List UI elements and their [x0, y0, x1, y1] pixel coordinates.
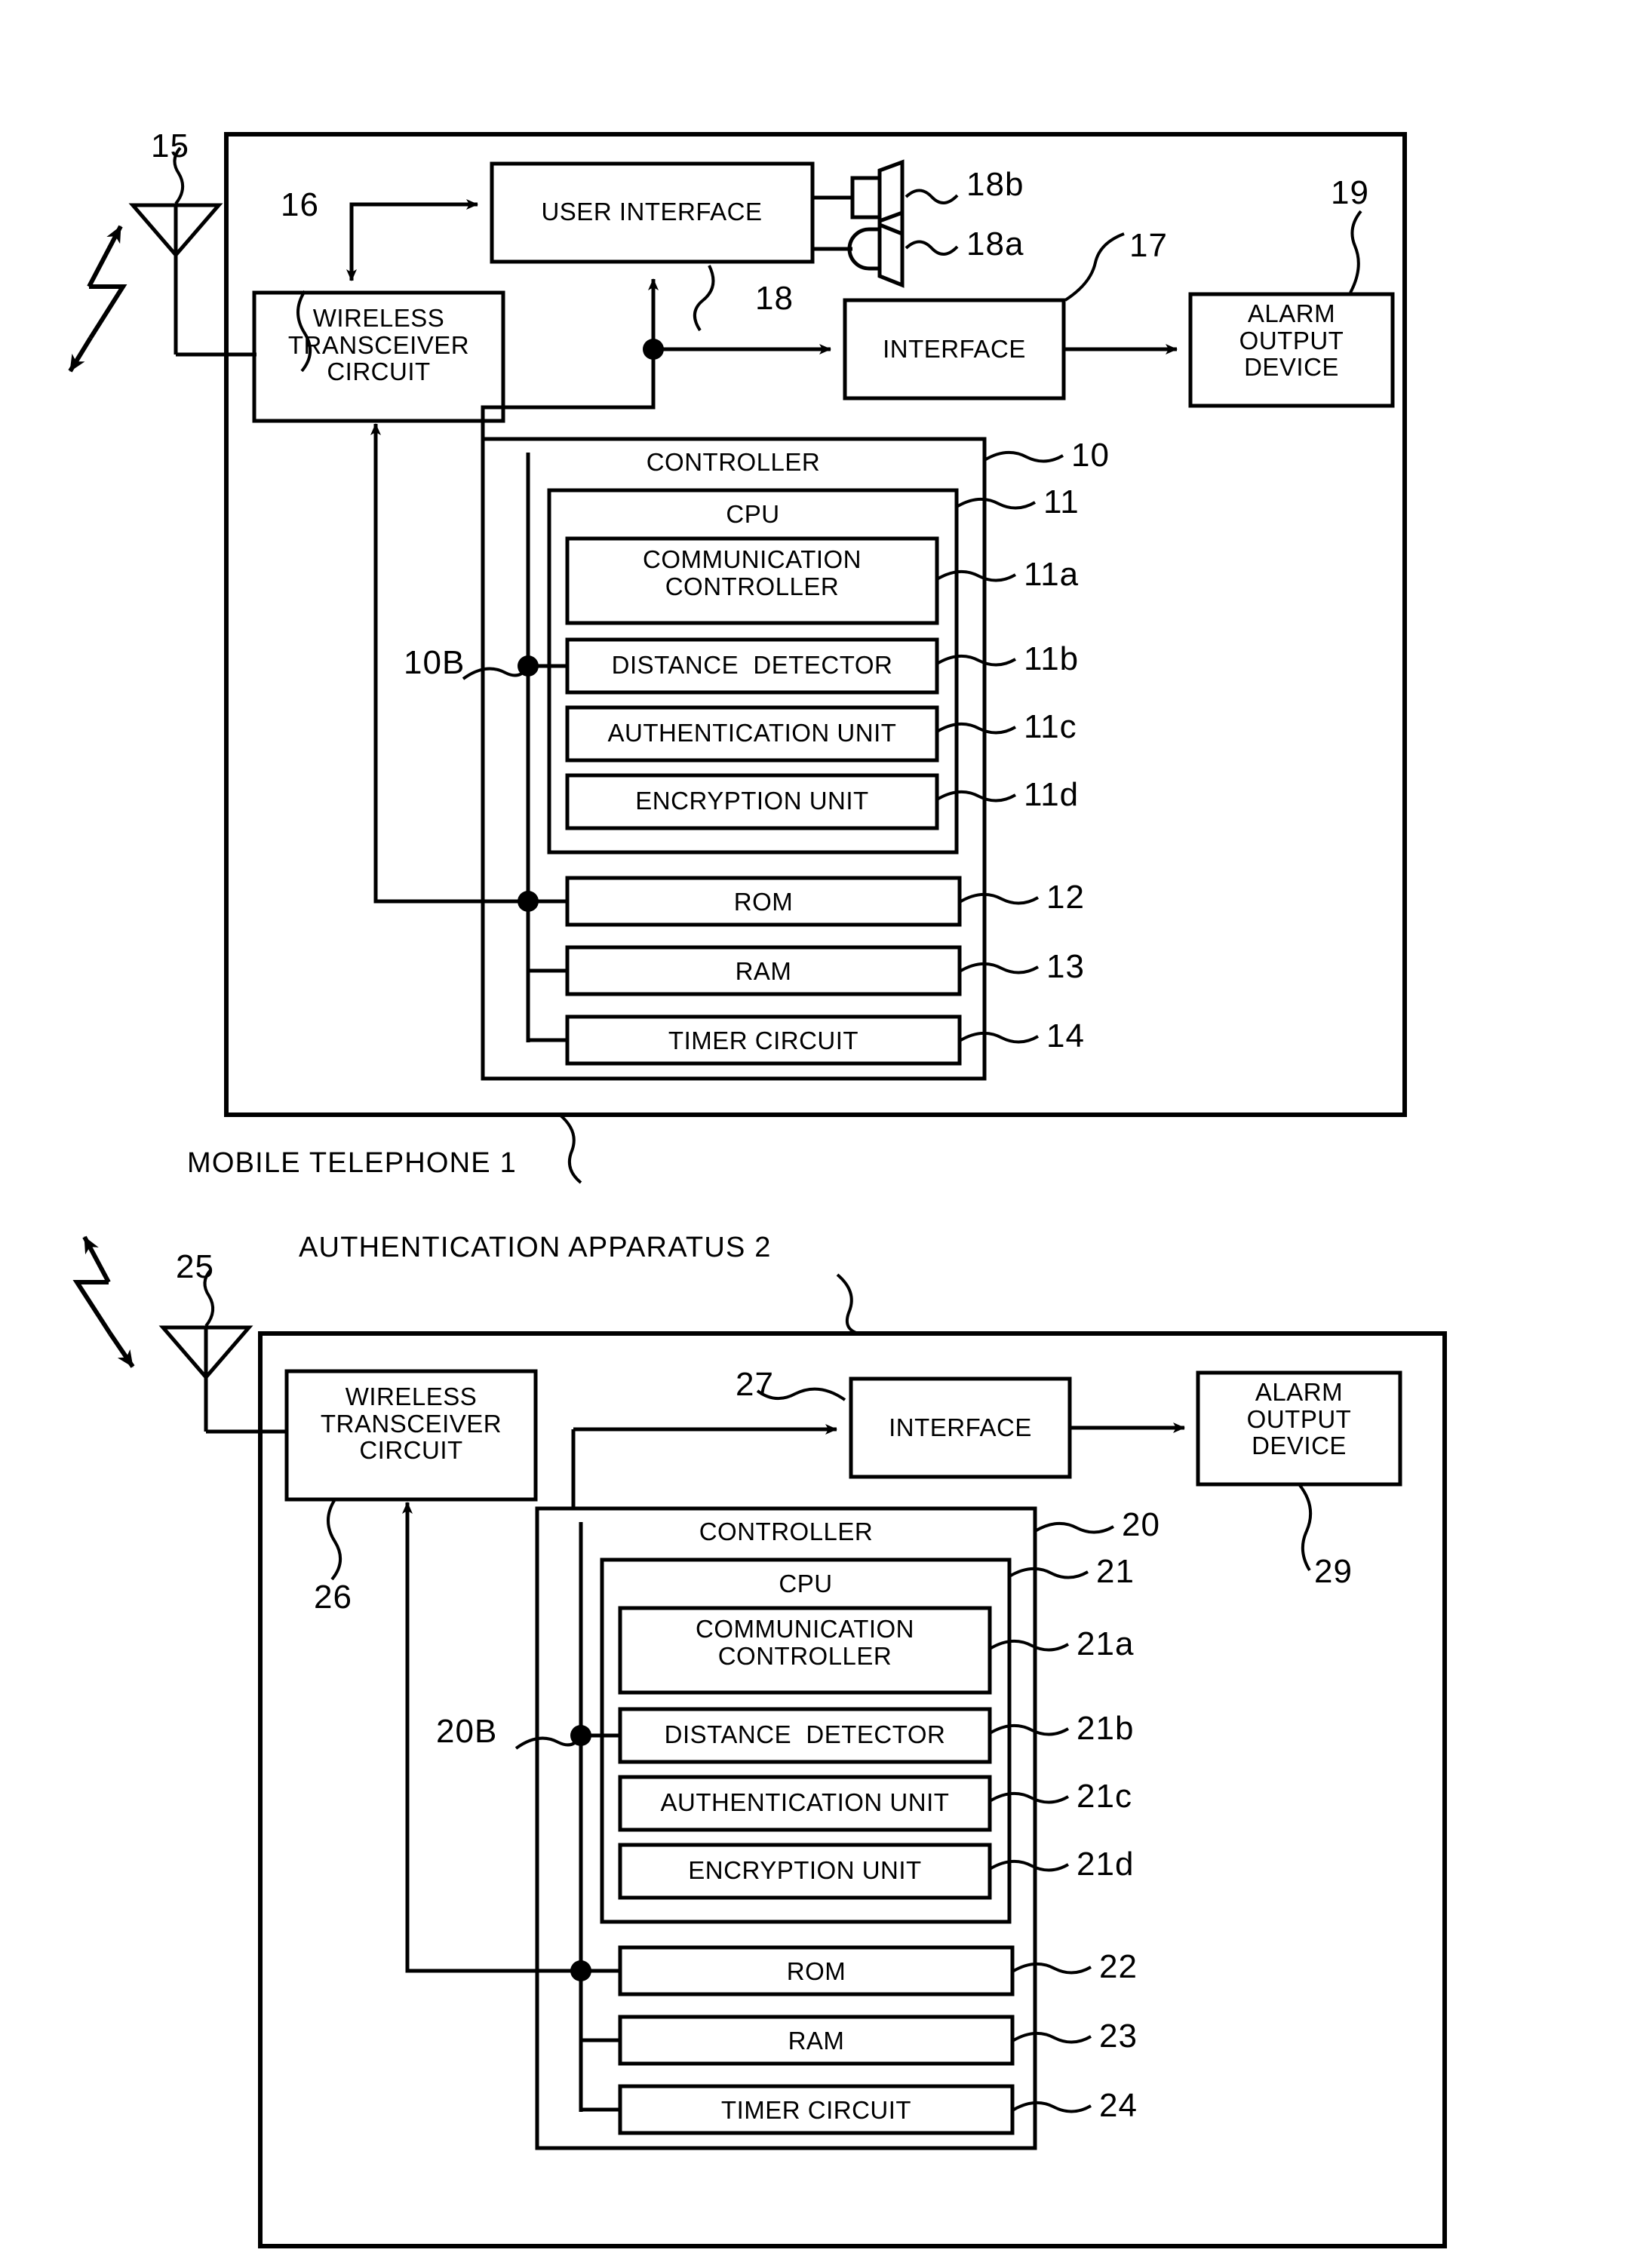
wireless-link-arrow-upper [68, 225, 127, 373]
ref-21a: 21a [1077, 1625, 1135, 1662]
microphone-18a-icon [812, 210, 959, 288]
apparatus-controller-label: CONTROLLER [699, 1518, 874, 1545]
ref-11: 11 [1043, 483, 1080, 520]
ref-27: 27 [736, 1366, 774, 1403]
ref-19: 19 [1331, 174, 1369, 211]
wireless-link-arrow-lower [72, 1235, 135, 1368]
ref-11c: 11c [1024, 708, 1077, 745]
mobile-alarm-output-label: ALARM OUTPUT DEVICE [1239, 299, 1344, 382]
ref-26: 26 [314, 1579, 352, 1616]
mobile-cpu-label: CPU [726, 500, 780, 528]
ref-23: 23 [1099, 2018, 1138, 2055]
mobile-interface-label: INTERFACE [883, 335, 1026, 363]
ref-18: 18 [755, 280, 794, 317]
ref-20B: 20B [436, 1713, 498, 1750]
mobile-unit-label-distance-detector: DISTANCE DETECTOR [611, 651, 893, 679]
antenna-15-icon [128, 203, 256, 357]
ref-14: 14 [1046, 1017, 1085, 1054]
apparatus-timer-label: TIMER CIRCUIT [720, 2096, 912, 2124]
ref-12: 12 [1046, 879, 1085, 916]
ref-15: 15 [151, 127, 189, 164]
ref-21d: 21d [1077, 1846, 1135, 1883]
mobile-user-interface-label: USER INTERFACE [541, 198, 763, 226]
ref-11a: 11a [1024, 556, 1080, 593]
ref-22: 22 [1099, 1948, 1138, 1985]
ref-21: 21 [1096, 1553, 1135, 1590]
mobile-unit-label-authentication: AUTHENTICATION UNIT [607, 719, 897, 747]
apparatus-rom-label: ROM [786, 1957, 846, 1985]
ref-11d: 11d [1024, 776, 1080, 813]
ref-29: 29 [1314, 1553, 1353, 1590]
ref-16: 16 [281, 186, 319, 223]
mobile-timer-label: TIMER CIRCUIT [668, 1027, 859, 1054]
apparatus-unit-label-authentication: AUTHENTICATION UNIT [660, 1788, 950, 1816]
patent-figure-canvas: 15 16 WIRELESS TRANSCEIVER CIRCUIT USER … [0, 0, 1631, 2268]
ref-10B: 10B [404, 644, 465, 681]
apparatus-wireless-transceiver-label: WIRELESS TRANSCEIVER CIRCUIT [320, 1383, 502, 1465]
ref-20: 20 [1122, 1506, 1160, 1543]
apparatus-unit-label-encryption: ENCRYPTION UNIT [688, 1856, 922, 1884]
ref-21c: 21c [1077, 1778, 1132, 1815]
caption-mobile-telephone: MOBILE TELEPHONE 1 [187, 1147, 517, 1179]
mobile-controller-label: CONTROLLER [646, 448, 821, 476]
mobile-wireless-transceiver-label: WIRELESS TRANSCEIVER CIRCUIT [287, 304, 470, 386]
apparatus-alarm-output-label: ALARM OUTPUT DEVICE [1246, 1378, 1352, 1460]
ref-24: 24 [1099, 2087, 1138, 2124]
mobile-ram-label: RAM [735, 957, 792, 985]
ref-17: 17 [1129, 227, 1168, 264]
ref-18a: 18a [966, 226, 1024, 262]
caption-authentication-apparatus: AUTHENTICATION APPARATUS 2 [299, 1232, 772, 1263]
mobile-unit-label-encryption: ENCRYPTION UNIT [635, 787, 869, 815]
ref-11b: 11b [1024, 640, 1080, 677]
ref-21b: 21b [1077, 1710, 1135, 1747]
ref-10: 10 [1071, 437, 1110, 474]
ref-13: 13 [1046, 948, 1085, 985]
apparatus-interface-label: INTERFACE [889, 1413, 1032, 1441]
mobile-unit-label-communication-controller: COMMUNICATION CONTROLLER [642, 545, 862, 600]
apparatus-unit-label-communication-controller: COMMUNICATION CONTROLLER [695, 1615, 915, 1670]
speaker-18b-icon [812, 159, 959, 237]
ref-18b: 18b [966, 166, 1024, 203]
antenna-25-icon [158, 1325, 287, 1434]
apparatus-unit-label-distance-detector: DISTANCE DETECTOR [664, 1720, 946, 1748]
ref-25: 25 [176, 1248, 214, 1285]
apparatus-ram-label: RAM [788, 2027, 845, 2055]
apparatus-cpu-label: CPU [779, 1570, 833, 1597]
mobile-rom-label: ROM [733, 888, 794, 916]
